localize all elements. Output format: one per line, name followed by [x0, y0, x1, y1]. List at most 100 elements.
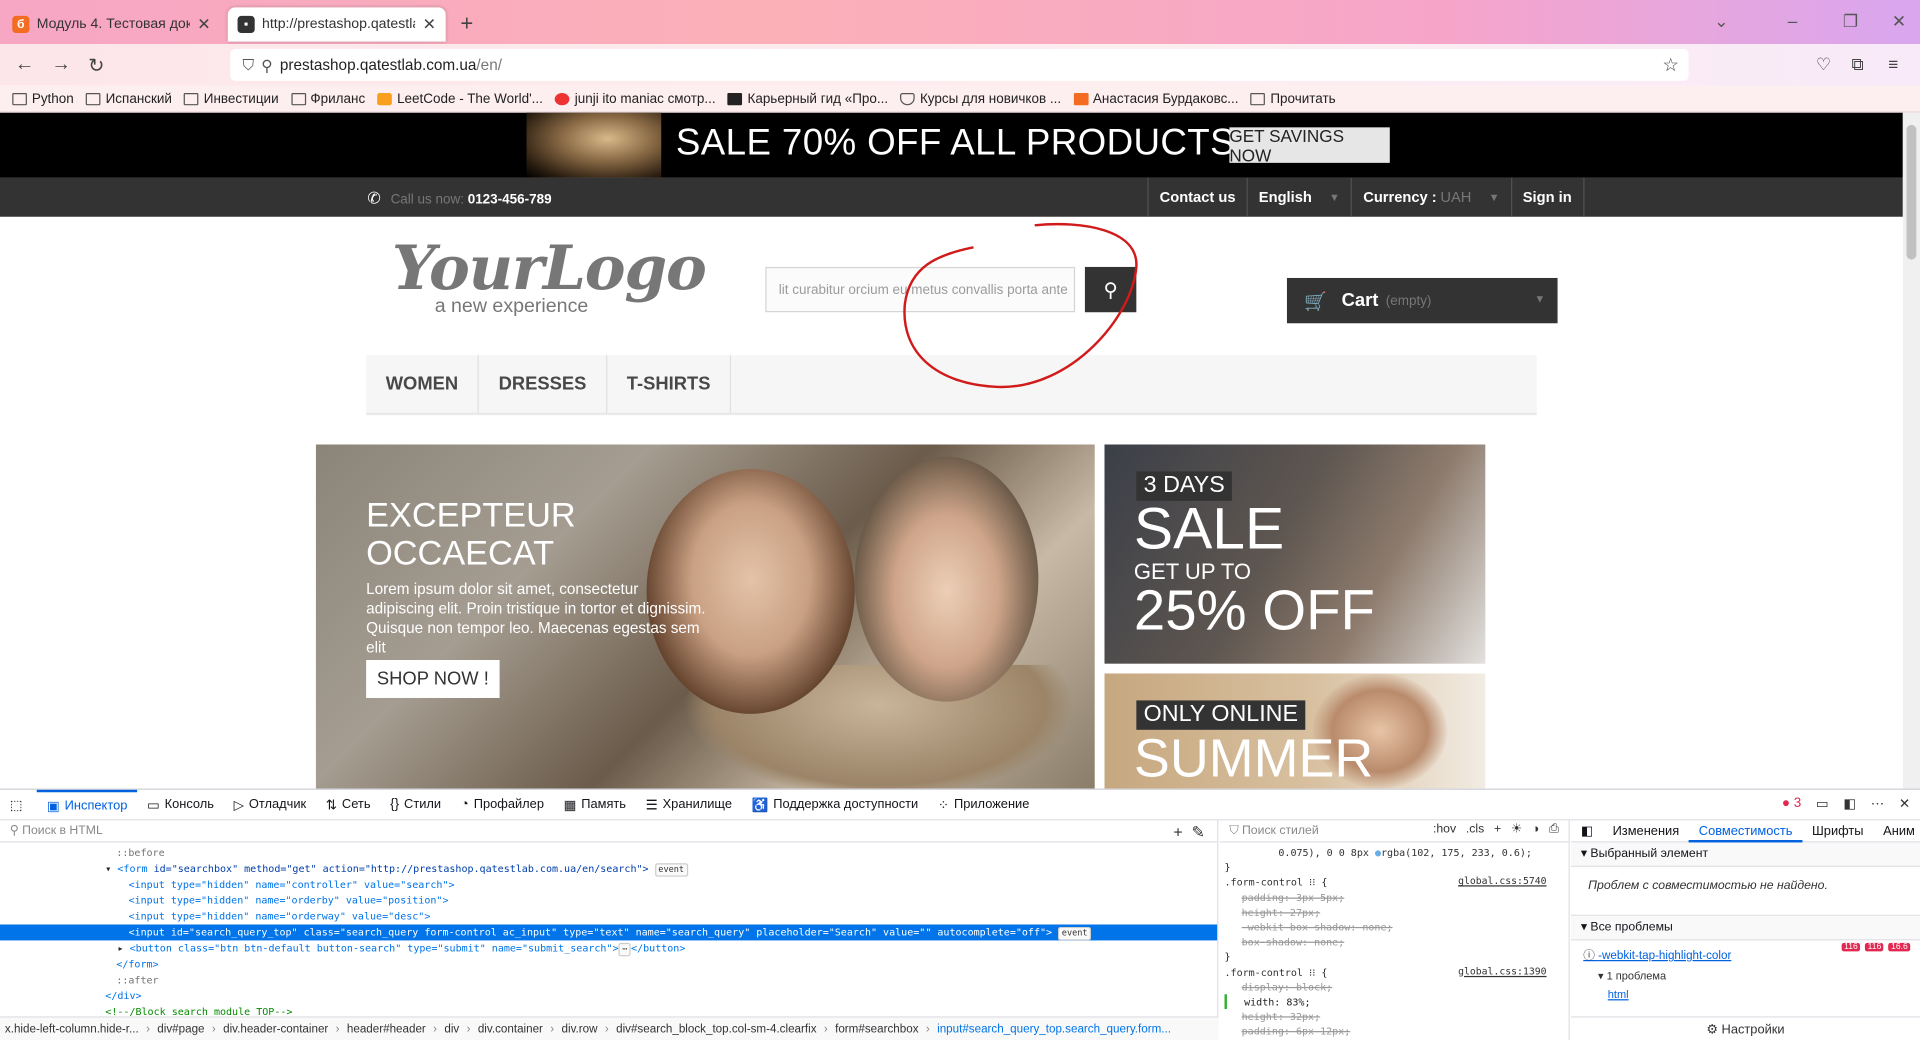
pocket-icon[interactable]: ♡: [1816, 54, 1831, 75]
bookmark-item[interactable]: Карьерный гид «Про...: [727, 91, 888, 106]
issue-count[interactable]: ▾ 1 проблема: [1571, 965, 1920, 988]
tab-network[interactable]: ⇅ Сеть: [316, 789, 380, 820]
tab-profiler[interactable]: ◔ Профайлер: [451, 789, 554, 820]
promo-banner-summer[interactable]: ONLY ONLINE SUMMER: [1104, 673, 1486, 789]
tree-line[interactable]: ▸ <button class="btn btn-default button-…: [0, 940, 1217, 957]
tree-line[interactable]: <input type="hidden" name="orderway" val…: [0, 909, 1217, 925]
event-badge[interactable]: event: [654, 863, 688, 877]
bookmark-item[interactable]: Испанский: [86, 91, 172, 106]
promo-banner-sale[interactable]: 3 DAYS SALE GET UP TO 25% OFF: [1104, 444, 1486, 664]
tab-changes[interactable]: Изменения: [1603, 823, 1689, 838]
cart-block[interactable]: 🛒 Cart (empty) ▼: [1286, 277, 1558, 324]
rule-prop[interactable]: width: 83%;: [1224, 994, 1564, 1010]
styles-search[interactable]: ⛉ Поиск стилей :hov .cls + ☀ ◑ ⎙: [1219, 820, 1569, 843]
close-icon[interactable]: ✕: [423, 15, 436, 35]
rule-header[interactable]: .form-control ⁝⁝ {global.css:5740: [1225, 875, 1564, 890]
rule-prop[interactable]: height: 27px;: [1225, 905, 1564, 920]
tab-fonts[interactable]: Шрифты: [1802, 823, 1873, 838]
minimize-icon[interactable]: –: [1788, 11, 1798, 31]
tab-accessibility[interactable]: ♿ Поддержка доступности: [742, 789, 928, 820]
bookmark-item[interactable]: Инвестиции: [184, 91, 279, 106]
settings-button[interactable]: ⚙ Настройки: [1571, 1016, 1920, 1040]
tab-list-chevron-icon[interactable]: ⌄: [1714, 11, 1728, 32]
breadcrumb-item[interactable]: div: [444, 1022, 459, 1035]
forward-icon[interactable]: →: [51, 54, 71, 76]
rule-source-link[interactable]: global.css:1390: [1458, 964, 1546, 979]
dark-theme-icon[interactable]: ◑: [1532, 823, 1539, 836]
bookmark-star-icon[interactable]: ☆: [1662, 54, 1678, 76]
bookmark-item[interactable]: junji ito maniac смотр...: [555, 91, 716, 106]
error-count-badge[interactable]: ● 3: [1782, 796, 1801, 812]
issue-item[interactable]: ⓘ -webkit-tap-highlight-color 116 116 16…: [1571, 940, 1920, 964]
bookmark-item[interactable]: Курсы для новичков ...: [900, 91, 1061, 106]
tab-memory[interactable]: ▦ Память: [554, 789, 636, 820]
tab-console[interactable]: ▭ Консоль: [137, 789, 224, 820]
tree-line[interactable]: ▾ <form id="searchbox" method="get" acti…: [0, 861, 1217, 877]
breadcrumb-item[interactable]: header#header: [347, 1022, 426, 1035]
get-savings-button[interactable]: GET SAVINGS NOW: [1229, 126, 1390, 165]
language-selector[interactable]: English ▼: [1246, 177, 1351, 217]
site-logo[interactable]: YourLogo: [392, 237, 707, 299]
dock-icon[interactable]: ◧: [1843, 796, 1856, 812]
all-issues-header[interactable]: ▾ Все проблемы: [1571, 915, 1920, 941]
selected-element-header[interactable]: ▾ Выбранный элемент: [1571, 842, 1920, 867]
rule-source-link[interactable]: global.css:5740: [1458, 875, 1546, 890]
responsive-icon[interactable]: ▭: [1816, 796, 1829, 812]
element-picker[interactable]: ⬚: [0, 789, 37, 820]
issue-property[interactable]: -webkit-tap-highlight-color: [1598, 949, 1731, 962]
lock-icon[interactable]: ⚲: [261, 56, 272, 74]
tab-debugger[interactable]: ▷ Отладчик: [224, 789, 316, 820]
tab-application[interactable]: ⁘ Приложение: [928, 789, 1039, 820]
bookmark-item[interactable]: Прочитать: [1250, 91, 1336, 106]
reload-icon[interactable]: ↻: [88, 54, 104, 78]
menu-item-tshirts[interactable]: T-SHIRTS: [607, 355, 732, 413]
bookmark-item[interactable]: Фриланс: [290, 91, 365, 106]
cls-toggle[interactable]: .cls: [1466, 823, 1484, 836]
bookmark-item[interactable]: Анастасия Бурдаковс...: [1073, 91, 1239, 106]
breadcrumb-item[interactable]: div#page: [157, 1022, 204, 1035]
tab-module4[interactable]: б Модуль 4. Тестовая документа... ✕: [2, 7, 220, 41]
close-icon[interactable]: ✕: [197, 15, 210, 35]
shield-icon[interactable]: ⛉: [242, 56, 253, 74]
menu-icon[interactable]: ≡: [1888, 54, 1898, 74]
rule-prop[interactable]: padding: 3px 5px;: [1225, 890, 1564, 905]
breadcrumb-item[interactable]: div.header-container: [223, 1022, 328, 1035]
page-scrollbar[interactable]: [1902, 112, 1920, 789]
shop-now-button[interactable]: SHOP NOW !: [366, 660, 500, 698]
rule-header[interactable]: .form-control ⁝⁝ {global.css:1390: [1225, 964, 1564, 979]
issue-node-link[interactable]: html: [1571, 988, 1920, 1000]
new-tab-icon[interactable]: +: [460, 11, 473, 37]
add-rule-icon[interactable]: +: [1494, 823, 1501, 836]
sign-in-link[interactable]: Sign in: [1510, 177, 1584, 217]
tab-animations[interactable]: Аним: [1873, 823, 1920, 838]
print-icon[interactable]: ⎙: [1549, 823, 1559, 836]
html-search[interactable]: ⚲ Поиск в HTML + ✎: [0, 820, 1218, 843]
breadcrumb-item[interactable]: form#searchbox: [835, 1022, 918, 1035]
tab-storage[interactable]: ☰ Хранилище: [636, 789, 742, 820]
extensions-icon[interactable]: ⧉: [1851, 54, 1863, 75]
rule-prop[interactable]: box-shadow: none;: [1225, 935, 1564, 950]
rule-prop[interactable]: padding: 6px 12px;: [1225, 1024, 1564, 1039]
rule-prop[interactable]: -webkit-box-shadow: none;: [1225, 920, 1564, 935]
more-icon[interactable]: ⋯: [1871, 796, 1884, 812]
event-badge[interactable]: event: [1058, 926, 1092, 941]
menu-item-women[interactable]: WOMEN: [366, 355, 479, 413]
top-banner[interactable]: SALE 70% OFF ALL PRODUCTS GET SAVINGS NO…: [0, 112, 1903, 178]
tab-styles[interactable]: {} Стили: [380, 789, 451, 820]
bookmark-item[interactable]: Python: [12, 91, 74, 106]
window-close-icon[interactable]: ✕: [1892, 11, 1906, 32]
home-slider[interactable]: EXCEPTEUR OCCAECAT Lorem ipsum dolor sit…: [315, 444, 1095, 789]
tab-compatibility[interactable]: Совместимость: [1689, 820, 1803, 842]
add-node-icon[interactable]: + ✎: [1173, 823, 1204, 843]
tree-line[interactable]: </div>: [0, 988, 1217, 1004]
tree-line[interactable]: <input type="hidden" name="controller" v…: [0, 877, 1217, 893]
light-theme-icon[interactable]: ☀: [1511, 823, 1522, 836]
contact-us-link[interactable]: Contact us: [1147, 177, 1246, 217]
bookmark-item[interactable]: LeetCode - The World'...: [377, 91, 543, 106]
currency-selector[interactable]: Currency : UAH ▼: [1350, 177, 1511, 217]
tree-line[interactable]: </form>: [0, 956, 1217, 972]
breadcrumb-item[interactable]: div#search_block_top.col-sm-4.clearfix: [616, 1022, 816, 1035]
ellipsis-badge[interactable]: ⋯: [618, 942, 632, 957]
tree-line[interactable]: ::before: [0, 845, 1217, 861]
tree-line[interactable]: ::after: [0, 972, 1217, 988]
